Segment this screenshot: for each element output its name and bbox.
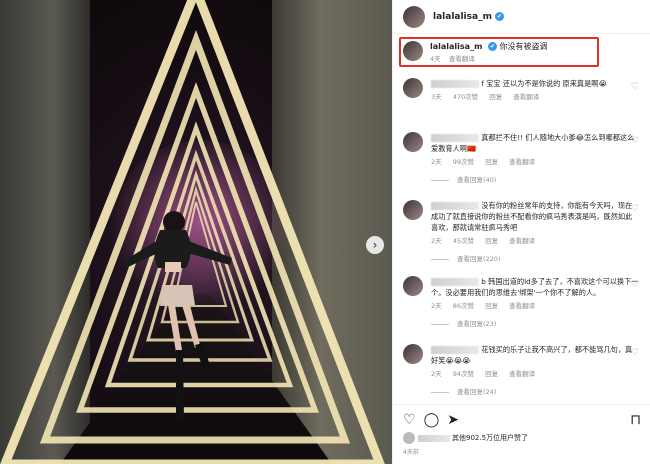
comment-age: 2天 bbox=[431, 370, 442, 378]
heart-icon[interactable]: ♡ bbox=[631, 280, 639, 290]
reply-button[interactable]: 回复 bbox=[485, 302, 498, 310]
post-caption: lalalalisa_m ✔ 你没有被盗调 4天 查看翻译 bbox=[403, 41, 548, 65]
caption-username[interactable]: lalalalisa_m bbox=[430, 42, 482, 51]
heart-icon[interactable]: ♡ bbox=[631, 82, 639, 92]
comment-item: 没有你的粉丝常年的支持，你能有今天吗，现在成功了就直接说你的粉丝不配看你的疯马秀… bbox=[403, 200, 643, 263]
translate-link[interactable]: 查看翻译 bbox=[513, 93, 539, 101]
translate-link[interactable]: 查看翻译 bbox=[509, 370, 535, 378]
chevron-right-icon: › bbox=[372, 238, 378, 252]
heart-icon[interactable]: ♡ bbox=[631, 204, 639, 214]
share-icon[interactable]: ➤ bbox=[447, 412, 459, 428]
caption-text: 你没有被盗调 bbox=[499, 42, 548, 51]
caption-avatar[interactable] bbox=[403, 41, 423, 61]
reply-button[interactable]: 回复 bbox=[485, 370, 498, 378]
comment-likes[interactable]: 94次赞 bbox=[453, 370, 474, 378]
commenter-avatar[interactable] bbox=[403, 276, 423, 296]
next-image-button[interactable]: › bbox=[366, 236, 384, 254]
translate-link[interactable]: 查看翻译 bbox=[509, 237, 535, 245]
view-replies-link[interactable]: 查看回复(40) bbox=[431, 174, 643, 184]
comment-likes[interactable]: 86次赞 bbox=[453, 302, 474, 310]
heart-icon[interactable]: ♡ bbox=[631, 136, 639, 146]
likes-text: 其他902.5万位用户赞了 bbox=[452, 434, 529, 442]
commenter-avatar[interactable] bbox=[403, 78, 423, 98]
view-replies-link[interactable]: 查看回复(23) bbox=[431, 318, 643, 328]
translate-link[interactable]: 查看翻译 bbox=[509, 302, 535, 310]
caption-translate-link[interactable]: 查看翻译 bbox=[449, 55, 475, 63]
blurred-username[interactable] bbox=[431, 80, 479, 88]
light-arches bbox=[0, 0, 385, 464]
blurred-username[interactable] bbox=[431, 202, 479, 210]
like-icon[interactable]: ♡ bbox=[403, 412, 416, 428]
liker-avatar bbox=[403, 432, 415, 444]
comment-icon[interactable]: ◯ bbox=[424, 412, 440, 428]
comment-likes[interactable]: 99次赞 bbox=[453, 158, 474, 166]
author-avatar[interactable] bbox=[403, 5, 425, 28]
save-icon[interactable]: ⊓ bbox=[630, 412, 641, 428]
view-replies-link[interactable]: 查看回复(220) bbox=[431, 253, 643, 263]
blurred-username bbox=[418, 434, 450, 442]
reply-button[interactable]: 回复 bbox=[485, 237, 498, 245]
post-footer: ♡ ◯ ➤ ⊓ 其他902.5万位用户赞了 4天前 bbox=[393, 404, 650, 464]
post-header: lalalalisa_m ✔ bbox=[393, 0, 650, 34]
comment-likes[interactable]: 470次赞 bbox=[453, 93, 478, 101]
commenter-avatar[interactable] bbox=[403, 132, 423, 152]
action-bar: ♡ ◯ ➤ ⊓ bbox=[393, 405, 650, 428]
view-replies-link[interactable]: 查看回复(24) bbox=[431, 386, 643, 396]
comment-item: 真都拦不住!! 们人随地大小爹😂怎么到哪都这么爱教育人啊🇨🇳 2天 99次赞 回… bbox=[403, 132, 643, 184]
caption-age: 4天 bbox=[430, 55, 441, 63]
comment-likes[interactable]: 45次赞 bbox=[453, 237, 474, 245]
comment-age: 3天 bbox=[431, 93, 442, 101]
reply-button[interactable]: 回复 bbox=[485, 158, 498, 166]
author-username[interactable]: lalalalisa_m bbox=[433, 12, 492, 22]
comment-age: 2天 bbox=[431, 302, 442, 310]
heart-icon[interactable]: ♡ bbox=[631, 348, 639, 358]
comment-age: 2天 bbox=[431, 237, 442, 245]
comment-item: 花钱买的乐子让我不高兴了，都不能骂几句，真好笑😭😭😭 2天 94次赞 回复 查看… bbox=[403, 344, 643, 396]
post-side-panel: lalalalisa_m ✔ lalalalisa_m ✔ 你没有被盗调 4天 … bbox=[392, 0, 650, 464]
post-photo[interactable]: › bbox=[0, 0, 392, 464]
comment-item: b 韩国出道的ld多了去了，不喜欢这个可以换下一个。没必要用我们的思维去'绑架'… bbox=[403, 276, 643, 328]
reply-button[interactable]: 回复 bbox=[489, 93, 502, 101]
commenter-avatar[interactable] bbox=[403, 200, 423, 220]
blurred-username[interactable] bbox=[431, 134, 479, 142]
commenter-avatar[interactable] bbox=[403, 344, 423, 364]
verified-icon: ✔ bbox=[487, 42, 497, 51]
blurred-username[interactable] bbox=[431, 346, 479, 354]
comment-text: f 宝宝 还以为不是你说的 原来真是啊😭 bbox=[481, 79, 607, 88]
comment-age: 2天 bbox=[431, 158, 442, 166]
post-age: 4天前 bbox=[403, 449, 419, 456]
blurred-username[interactable] bbox=[431, 278, 479, 286]
translate-link[interactable]: 查看翻译 bbox=[509, 158, 535, 166]
verified-icon: ✔ bbox=[494, 12, 504, 21]
comment-item: f 宝宝 还以为不是你说的 原来真是啊😭 3天 470次赞 回复 查看翻译 ♡ bbox=[403, 78, 643, 103]
likes-summary[interactable]: 其他902.5万位用户赞了 bbox=[393, 428, 650, 444]
